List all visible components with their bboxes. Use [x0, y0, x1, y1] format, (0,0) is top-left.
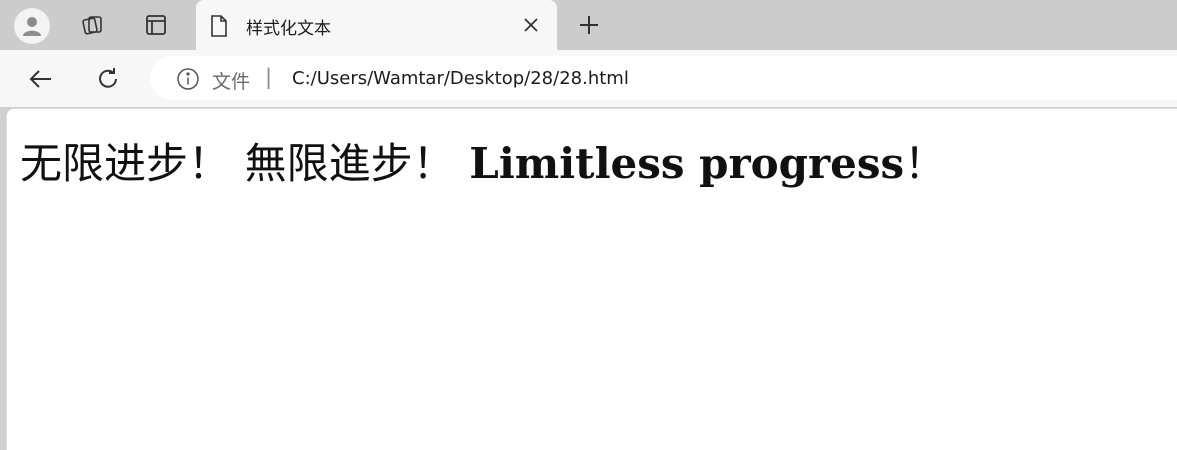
- page-viewport: 无限进步！ 無限進步！ Limitless progress！: [6, 108, 1177, 450]
- heading-english-punctuation: ！: [904, 139, 947, 188]
- profile-avatar-icon[interactable]: [14, 8, 50, 44]
- tab-strip: 样式化文本: [0, 0, 1177, 50]
- address-bar[interactable]: 文件 | C:/Users/Wamtar/Desktop/28/28.html: [150, 56, 1177, 100]
- document-icon: [208, 14, 230, 38]
- file-scheme-label: 文件: [212, 71, 251, 93]
- heading-english: Limitless progress: [469, 139, 905, 188]
- tab-actions-icon[interactable]: [141, 10, 171, 40]
- info-icon[interactable]: [176, 67, 200, 91]
- reload-icon[interactable]: [93, 64, 123, 94]
- navigation-toolbar: 文件 | C:/Users/Wamtar/Desktop/28/28.html: [0, 50, 1177, 107]
- heading-simplified: 无限进步！: [20, 139, 231, 188]
- tab-title: 样式化文本: [246, 19, 331, 39]
- plus-icon[interactable]: [574, 10, 604, 40]
- url-text[interactable]: C:/Users/Wamtar/Desktop/28/28.html: [292, 68, 629, 89]
- workspaces-icon[interactable]: [78, 10, 108, 40]
- page-heading: 无限进步！ 無限進步！ Limitless progress！: [20, 143, 946, 185]
- heading-traditional: 無限進步！: [244, 139, 455, 188]
- active-tab[interactable]: 样式化文本: [196, 0, 557, 50]
- back-arrow-icon[interactable]: [26, 64, 56, 94]
- address-separator: |: [265, 65, 273, 89]
- close-icon[interactable]: [520, 14, 542, 36]
